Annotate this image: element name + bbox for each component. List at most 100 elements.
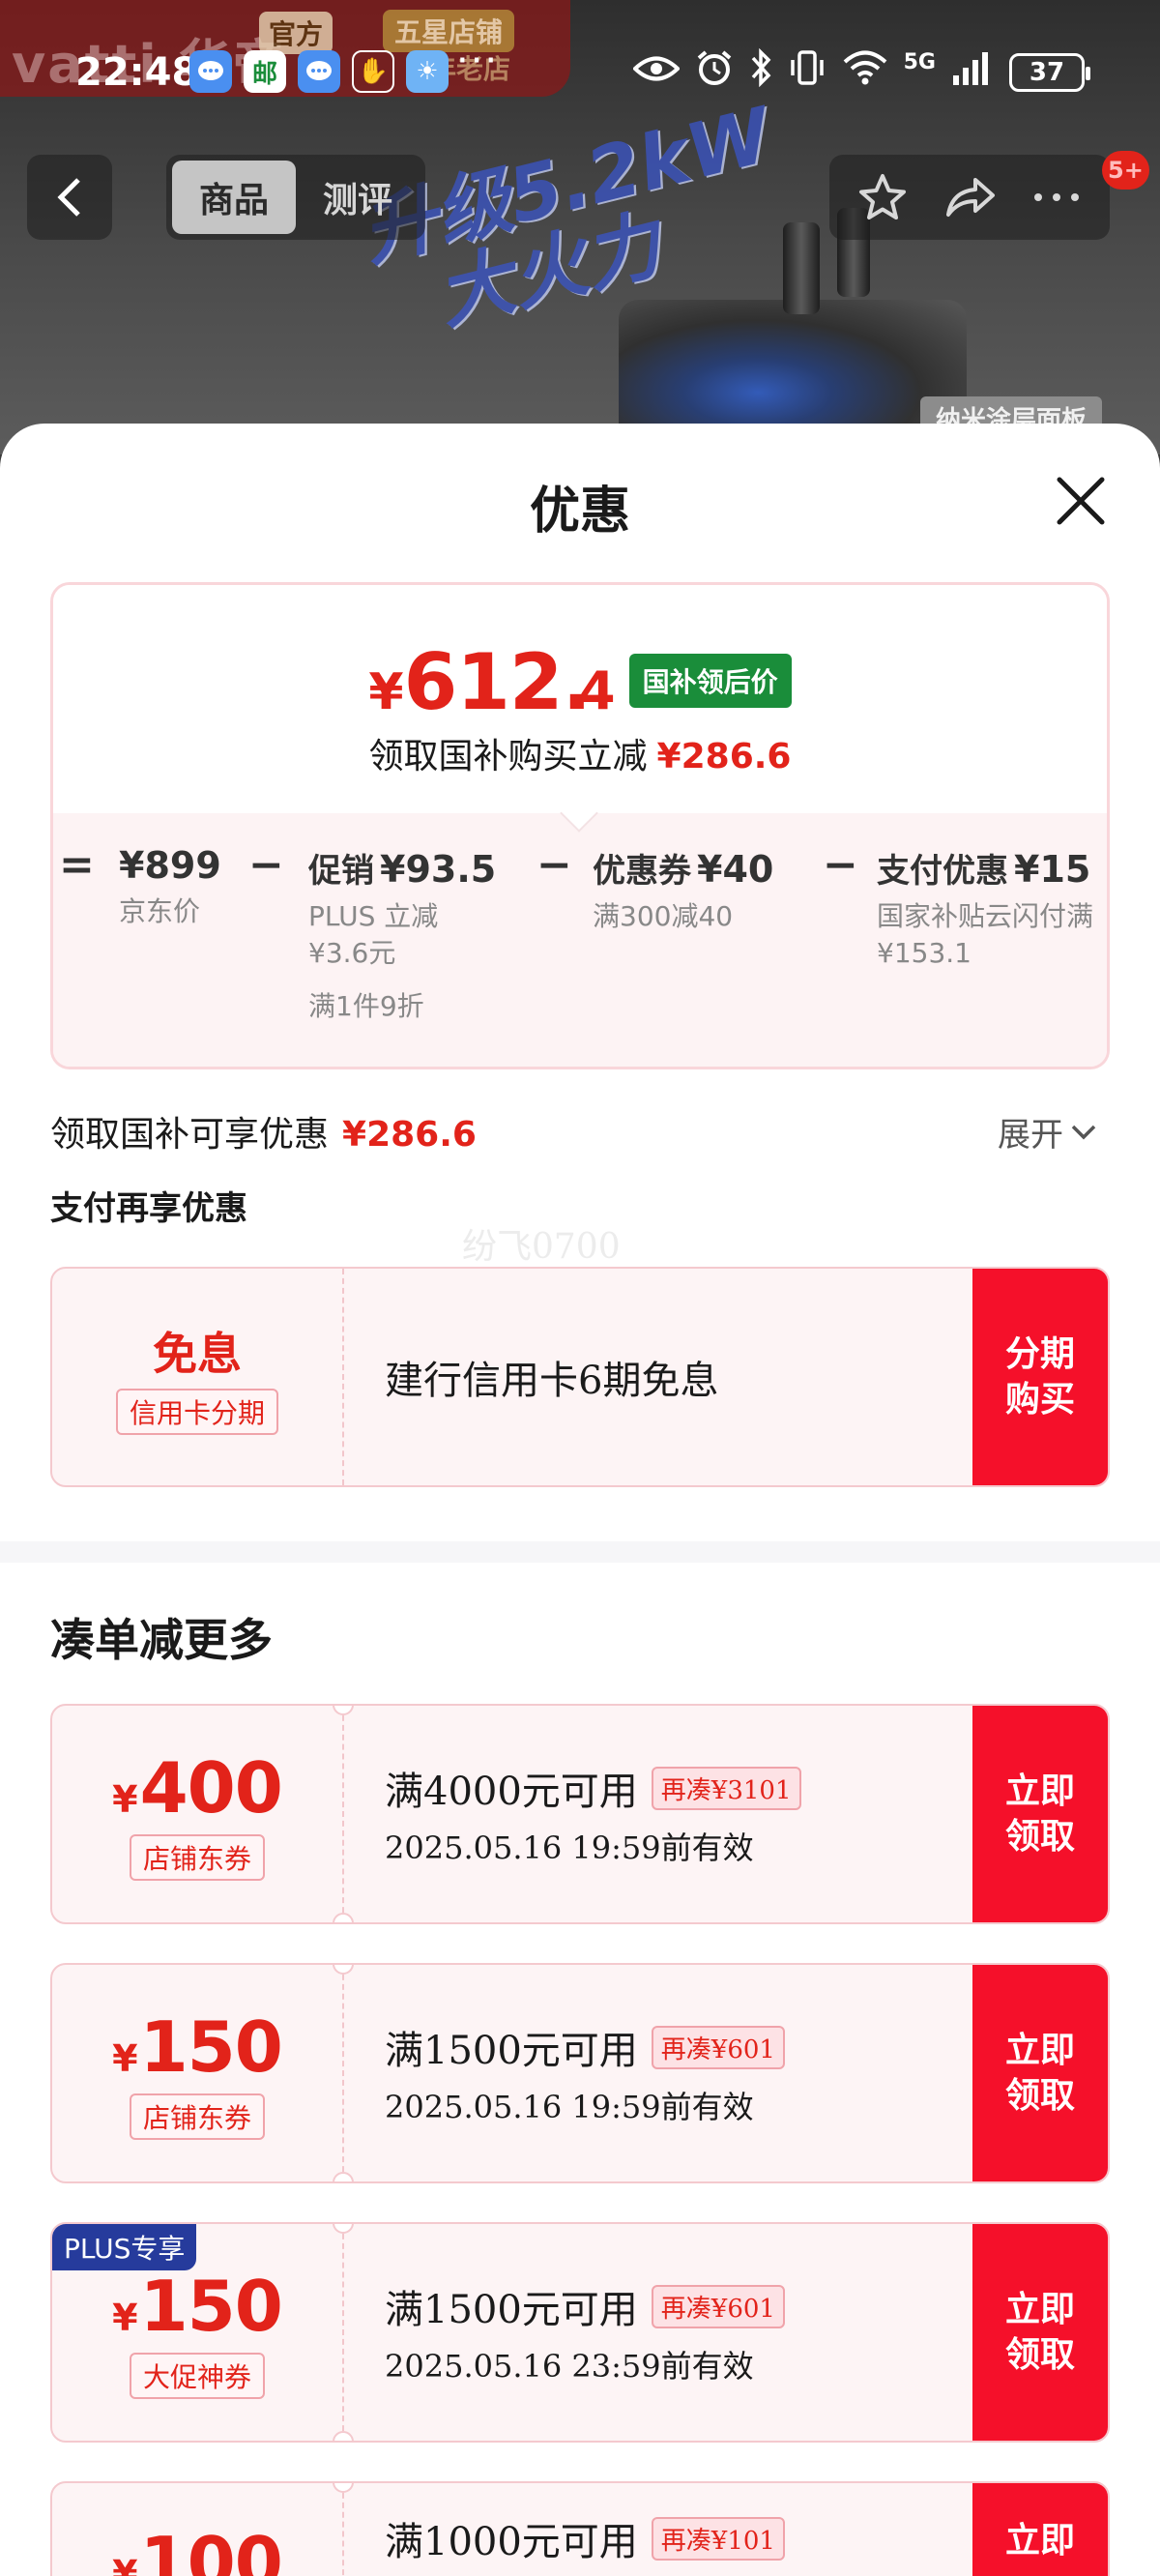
chat-icon: [298, 50, 340, 93]
claim-coupon-button[interactable]: 立即 领取: [972, 2224, 1108, 2441]
tab-product[interactable]: 商品: [172, 161, 296, 234]
vibrate-icon: [788, 48, 826, 96]
post-icon: 邮: [244, 50, 286, 93]
coupon-amount: 150: [139, 2006, 283, 2088]
promo-plus-label: PLUS 立减: [308, 900, 439, 932]
coupon-amount: 100: [139, 2522, 283, 2576]
wifi-icon: [842, 49, 888, 95]
back-button[interactable]: [27, 155, 112, 240]
message-icon: [189, 50, 232, 93]
share-icon: [946, 178, 995, 217]
equals-sign: =: [59, 840, 95, 890]
favorite-button[interactable]: [849, 163, 916, 231]
installment-tag: 信用卡分期: [115, 1389, 278, 1435]
final-price: ¥ 612. 4 国补领后价: [53, 637, 1107, 727]
coupon-rule: 满300减40: [593, 900, 734, 932]
price-subtitle: 领取国补购买立减 ¥286.6: [53, 728, 1107, 778]
claim-coupon-button[interactable]: 立即 领取: [972, 1706, 1108, 1922]
gov-subsidy-label: 领取国补可享优惠: [50, 1115, 330, 1155]
claim-coupon-button[interactable]: 立即: [972, 2483, 1108, 2576]
coupon-validity: 2025.05.16 19:59前有效: [385, 1830, 754, 1866]
coupon-validity: 2025.05.16 19:59前有效: [385, 2089, 754, 2125]
star-icon: [859, 174, 906, 220]
weather-icon: ☀: [406, 50, 449, 93]
coupon-value: ¥150: [112, 2266, 283, 2347]
claim-coupon-label: 立即 领取: [1004, 2030, 1075, 2116]
coupon-validity: 2025.05.16 23:59前有效: [385, 2348, 754, 2385]
coupon-value: ¥150: [112, 2006, 283, 2088]
coupon-card: ¥400 店铺东券 满4000元可用 再凑¥3101 2025.05.16 19:…: [50, 1704, 1110, 1924]
expand-label: 展开: [998, 1116, 1063, 1155]
installment-offer: 免息 信用卡分期 建行信用卡6期免息 分期 购买: [50, 1267, 1110, 1487]
payment-discount-item: 支付优惠 ¥15 国家补贴云闪付满 ¥153.1: [877, 844, 1093, 972]
coupon-shortfall-badge: 再凑¥101: [651, 2516, 785, 2561]
payment-discount-value: ¥153.1: [877, 937, 972, 970]
claim-coupon-button[interactable]: 立即 领取: [972, 1965, 1108, 2181]
coupon-condition: 满4000元可用: [385, 1770, 638, 1814]
installment-buy-label: 分期 购买: [1004, 1333, 1075, 1420]
currency-symbol: ¥: [112, 1778, 138, 1821]
section-divider: [0, 1541, 1160, 1563]
coupon-card: ¥150 店铺东券 满1500元可用 再凑¥601 2025.05.16 19:5…: [50, 1963, 1110, 2183]
signal-icon: [951, 48, 994, 96]
claim-coupon-label: 立即 领取: [1004, 2289, 1075, 2375]
alarm-icon: [695, 48, 734, 96]
price-subtitle-amount: ¥286.6: [656, 737, 792, 776]
network-type: 5G: [903, 50, 936, 74]
share-button[interactable]: [936, 163, 1003, 231]
more-notifications-icon: ···: [456, 39, 500, 83]
coupon-condition: 满1500元可用: [385, 2288, 638, 2332]
coupon-card: ¥100 满1000元可用 再凑¥101 立即: [50, 2481, 1110, 2576]
product-tabs: 商品 测评: [166, 155, 425, 240]
gov-subsidy-badge: 国补领后价: [628, 654, 792, 708]
coupon-card: PLUS专享 ¥150 大促神券 满1500元可用 再凑¥601 2025.05.…: [50, 2222, 1110, 2443]
tab-review[interactable]: 测评: [296, 161, 420, 234]
chevron-down-icon: [1071, 1125, 1096, 1139]
price-breakdown-card: ¥ 612. 4 国补领后价 领取国补购买立减 ¥286.6 = ¥899 京东价…: [50, 582, 1110, 1069]
close-icon: [1057, 477, 1105, 525]
gov-subsidy-row: 领取国补可享优惠 ¥286.6: [50, 1106, 477, 1156]
coupon-amount: 150: [139, 2266, 283, 2347]
promo-plus-amount: ¥3.6元: [308, 937, 396, 970]
payment-section-title: 支付再享优惠: [50, 1189, 247, 1228]
close-button[interactable]: [1052, 472, 1110, 530]
minus-sign: −: [823, 840, 858, 890]
product-actions: [829, 155, 1110, 240]
more-button[interactable]: [1023, 163, 1090, 231]
coupon-shortfall-badge: 再凑¥601: [651, 2025, 785, 2069]
price-calculation: = ¥899 京东价 − 促销 ¥93.5 PLUS 立减 ¥3.6元 满1件9折…: [53, 840, 1107, 1067]
coupon-item: 优惠券 ¥40 满300减40: [593, 844, 773, 934]
currency-symbol: ¥: [112, 2037, 138, 2080]
jd-price-label: 京东价: [119, 895, 201, 927]
clock: 22:48: [75, 50, 199, 95]
system-indicators: 5G 37: [631, 47, 1090, 96]
currency-symbol: ¥: [368, 663, 404, 721]
promo-item: 促销 ¥93.5 PLUS 立减 ¥3.6元 满1件9折: [308, 844, 496, 1024]
installment-description: 建行信用卡6期免息: [385, 1359, 719, 1403]
minus-sign: −: [248, 840, 284, 890]
expand-button[interactable]: 展开: [998, 1108, 1096, 1156]
coupon-shortfall-badge: 再凑¥3101: [651, 1766, 801, 1810]
claim-coupon-label: 立即 领取: [1004, 1771, 1075, 1857]
coupon-value: ¥400: [112, 1747, 283, 1829]
chevron-left-icon: [57, 178, 80, 217]
final-price-decimal: 4: [578, 660, 616, 721]
payment-discount-rule: 国家补贴云闪付满: [877, 900, 1094, 932]
stove-knob: [783, 222, 820, 314]
coupon-type-tag: 大促神券: [129, 2353, 265, 2399]
notification-icons: 邮 ✋ ☀: [189, 50, 449, 93]
interest-free-label: 免息: [153, 1328, 242, 1380]
currency-symbol: ¥: [112, 2297, 138, 2339]
coupon-type-tag: 店铺东券: [129, 1834, 265, 1881]
discount-sheet: 优惠 ¥ 612. 4 国补领后价 领取国补购买立减 ¥286.6 = ¥899 …: [0, 424, 1160, 2576]
promo-discount-rule: 满1件9折: [308, 989, 424, 1022]
coupon-type-tag: 店铺东券: [129, 2093, 265, 2140]
coupon-label: 优惠券: [593, 852, 691, 891]
payment-discount-label: 支付优惠: [877, 852, 1008, 891]
price-subtitle-text: 领取国补购买立减: [368, 737, 648, 776]
coupon-amount: ¥40: [697, 848, 774, 891]
currency-symbol: ¥: [112, 2553, 138, 2576]
status-bar: 22:48 邮 ✋ ☀ ··· 5G 37: [0, 0, 1160, 141]
installment-buy-button[interactable]: 分期 购买: [972, 1269, 1108, 1485]
coupon-condition: 满1500元可用: [385, 2029, 638, 2073]
